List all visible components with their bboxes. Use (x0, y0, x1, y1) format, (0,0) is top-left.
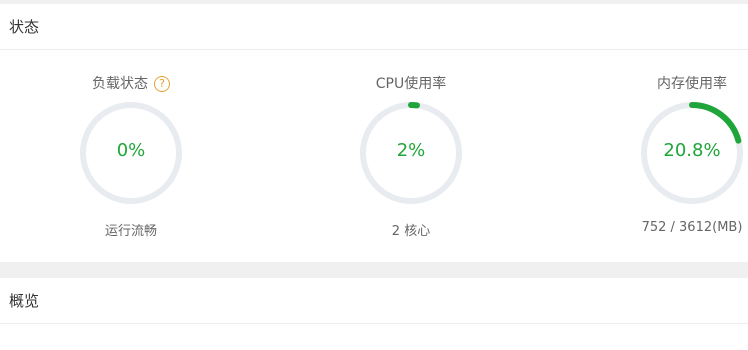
gauge-cpu-value: 2% (396, 140, 426, 161)
gauge-cpu-label: CPU使用率 (375, 76, 447, 92)
gauge-cpu-desc: 2 核心 (391, 224, 431, 239)
gauge-memory[interactable]: 内存使用率 20.8% 752 / 3612(MB) (592, 65, 748, 245)
status-panel: 状态 负载状态? 0% 运行流畅 CPU使用率 2% 2 核心 内存使用率 20… (0, 4, 748, 262)
gauge-cpu[interactable]: CPU使用率 2% 2 核心 (311, 65, 511, 245)
gauge-memory-label: 内存使用率 (657, 76, 727, 92)
help-icon[interactable]: ? (154, 76, 170, 92)
gauge-load-value: 0% (116, 140, 146, 161)
gauge-memory-value: 20.8% (663, 140, 721, 161)
gauge-load[interactable]: 负载状态? 0% 运行流畅 (31, 65, 231, 245)
gauge-load-label: 负载状态 (92, 76, 148, 92)
gauge-load-label-row: 负载状态? (31, 73, 231, 93)
overview-panel: 概览 (0, 278, 748, 350)
gauge-memory-desc: 752 / 3612(MB) (641, 220, 743, 235)
gauge-load-desc: 运行流畅 (104, 224, 157, 239)
status-panel-title: 状态 (0, 4, 748, 50)
overview-panel-title: 概览 (0, 278, 748, 324)
